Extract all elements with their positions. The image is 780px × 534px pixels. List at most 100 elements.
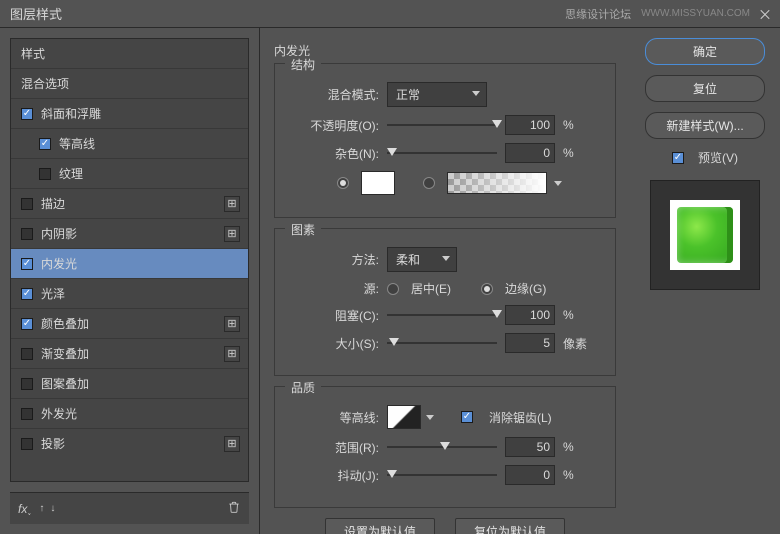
add-effect-icon[interactable]: ⊞	[224, 316, 240, 332]
cancel-button[interactable]: 复位	[645, 75, 765, 102]
style-checkbox[interactable]	[39, 138, 51, 150]
blend-options-label: 混合选项	[21, 75, 69, 92]
jitter-slider[interactable]	[387, 468, 497, 482]
style-row-4[interactable]: 内阴影 ⊞	[11, 218, 248, 248]
style-down-icon[interactable]: ↓	[50, 503, 53, 514]
style-checkbox[interactable]	[21, 378, 33, 390]
source-center-label: 居中(E)	[411, 280, 451, 297]
size-unit: 像素	[563, 335, 593, 352]
reset-default-button[interactable]: 复位为默认值	[455, 518, 565, 534]
preview-label: 预览(V)	[698, 149, 738, 166]
range-unit: %	[563, 440, 593, 454]
blend-options-row[interactable]: 混合选项	[11, 68, 248, 98]
fx-icon[interactable]: fx˯	[18, 502, 31, 516]
range-label: 范围(R):	[289, 439, 379, 456]
opacity-slider[interactable]	[387, 118, 497, 132]
style-label: 外发光	[41, 405, 77, 422]
right-panel: 确定 复位 新建样式(W)... 预览(V)	[630, 28, 780, 534]
close-icon[interactable]	[760, 9, 770, 19]
new-style-button[interactable]: 新建样式(W)...	[645, 112, 765, 139]
range-input[interactable]: 50	[505, 437, 555, 457]
opacity-unit: %	[563, 118, 593, 132]
add-effect-icon[interactable]: ⊞	[224, 226, 240, 242]
make-default-button[interactable]: 设置为默认值	[325, 518, 435, 534]
jitter-input[interactable]: 0	[505, 465, 555, 485]
noise-slider[interactable]	[387, 146, 497, 160]
add-effect-icon[interactable]: ⊞	[224, 346, 240, 362]
style-label: 描边	[41, 195, 65, 212]
titlebar: 图层样式 思缘设计论坛 WWW.MISSYUAN.COM	[0, 0, 780, 28]
style-checkbox[interactable]	[21, 108, 33, 120]
opacity-input[interactable]: 100	[505, 115, 555, 135]
size-label: 大小(S):	[289, 335, 379, 352]
style-label: 投影	[41, 435, 65, 452]
styles-footer: fx˯ ↑ ↓	[10, 492, 249, 524]
range-slider[interactable]	[387, 440, 497, 454]
style-label: 等高线	[59, 135, 95, 152]
choke-input[interactable]: 100	[505, 305, 555, 325]
preview-toggle-row: 预览(V)	[672, 149, 738, 166]
style-row-1[interactable]: 等高线	[11, 128, 248, 158]
style-row-9[interactable]: 图案叠加	[11, 368, 248, 398]
center-panel: 内发光 结构 混合模式: 正常 不透明度(O): 100 % 杂色(N): 0 …	[260, 28, 630, 534]
opacity-label: 不透明度(O):	[289, 117, 379, 134]
style-checkbox[interactable]	[21, 408, 33, 420]
choke-slider[interactable]	[387, 308, 497, 322]
contour-picker[interactable]	[387, 405, 421, 429]
style-label: 内阴影	[41, 225, 77, 242]
gradient-radio[interactable]	[423, 177, 435, 189]
style-checkbox[interactable]	[39, 168, 51, 180]
source-label: 源:	[289, 280, 379, 297]
choke-unit: %	[563, 308, 593, 322]
style-row-10[interactable]: 外发光	[11, 398, 248, 428]
style-checkbox[interactable]	[21, 258, 33, 270]
style-row-2[interactable]: 纹理	[11, 158, 248, 188]
style-checkbox[interactable]	[21, 228, 33, 240]
source-center-radio[interactable]	[387, 283, 399, 295]
preview-inner	[670, 200, 740, 270]
style-label: 斜面和浮雕	[41, 105, 101, 122]
style-label: 图案叠加	[41, 375, 89, 392]
style-row-6[interactable]: 光泽	[11, 278, 248, 308]
preview-checkbox[interactable]	[672, 152, 684, 164]
preview-swatch	[677, 207, 733, 263]
left-panel: 样式 混合选项 斜面和浮雕等高线纹理描边⊞内阴影⊞内发光光泽颜色叠加⊞渐变叠加⊞…	[0, 28, 260, 534]
size-slider[interactable]	[387, 336, 497, 350]
structure-group: 结构 混合模式: 正常 不透明度(O): 100 % 杂色(N): 0 %	[274, 63, 616, 218]
style-up-icon[interactable]: ↑	[39, 503, 42, 514]
color-radio[interactable]	[337, 177, 349, 189]
style-checkbox[interactable]	[21, 438, 33, 450]
default-buttons-row: 设置为默认值 复位为默认值	[274, 518, 616, 534]
style-row-8[interactable]: 渐变叠加⊞	[11, 338, 248, 368]
preview-box	[650, 180, 760, 290]
ok-button[interactable]: 确定	[645, 38, 765, 65]
add-effect-icon[interactable]: ⊞	[224, 436, 240, 452]
style-checkbox[interactable]	[21, 318, 33, 330]
noise-input[interactable]: 0	[505, 143, 555, 163]
technique-dropdown[interactable]: 柔和	[387, 247, 457, 272]
trash-icon[interactable]	[227, 500, 241, 517]
antialias-checkbox[interactable]	[461, 411, 473, 423]
add-effect-icon[interactable]: ⊞	[224, 196, 240, 212]
style-checkbox[interactable]	[21, 348, 33, 360]
style-row-11[interactable]: 投影 ⊞	[11, 428, 248, 458]
styles-list: 样式 混合选项 斜面和浮雕等高线纹理描边⊞内阴影⊞内发光光泽颜色叠加⊞渐变叠加⊞…	[10, 38, 249, 482]
gradient-swatch[interactable]	[447, 172, 547, 194]
source-edge-radio[interactable]	[481, 283, 493, 295]
effect-title: 内发光	[274, 42, 616, 59]
style-row-5[interactable]: 内发光	[11, 248, 248, 278]
structure-legend: 结构	[285, 56, 321, 73]
size-input[interactable]: 5	[505, 333, 555, 353]
source-edge-label: 边缘(G)	[505, 280, 546, 297]
style-row-0[interactable]: 斜面和浮雕	[11, 98, 248, 128]
watermark-text: 思缘设计论坛	[565, 6, 631, 22]
style-label: 纹理	[59, 165, 83, 182]
color-swatch[interactable]	[361, 171, 395, 195]
style-label: 颜色叠加	[41, 315, 89, 332]
style-row-7[interactable]: 颜色叠加 ⊞	[11, 308, 248, 338]
blend-mode-dropdown[interactable]: 正常	[387, 82, 487, 107]
style-checkbox[interactable]	[21, 288, 33, 300]
style-label: 内发光	[41, 255, 77, 272]
style-row-3[interactable]: 描边 ⊞	[11, 188, 248, 218]
style-checkbox[interactable]	[21, 198, 33, 210]
